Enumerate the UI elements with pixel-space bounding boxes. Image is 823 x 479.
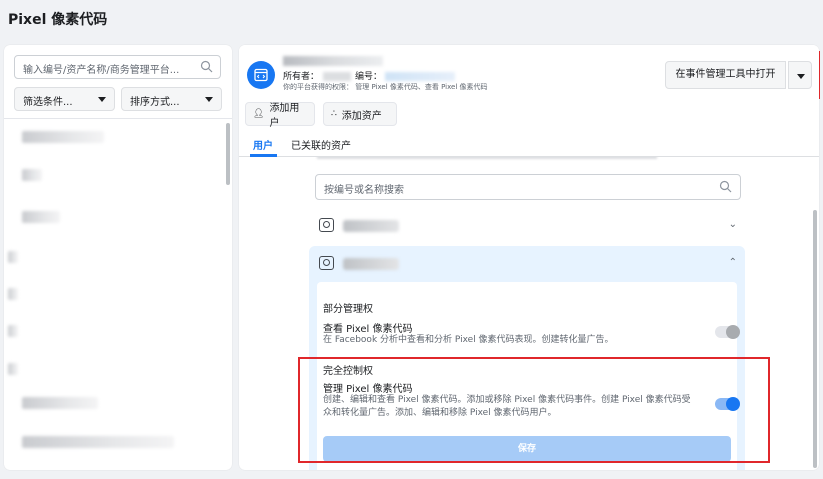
user-badge-icon	[319, 218, 334, 232]
caret-down-icon	[205, 97, 213, 102]
caret-down-icon	[797, 74, 805, 79]
platform-permissions: 你的平台获得的权限： 管理 Pixel 像素代码、查看 Pixel 像素代码	[283, 83, 488, 91]
list-item[interactable]	[8, 288, 18, 300]
sort-label: 排序方式...	[130, 97, 180, 108]
owner-value	[323, 72, 352, 81]
chevron-down-icon[interactable]: ⌄	[729, 219, 737, 230]
add-user-label: 添加用户	[269, 103, 300, 129]
list-item[interactable]	[8, 363, 18, 375]
owner-line: 所有者： 编号：	[283, 69, 456, 82]
owner-label: 所有者：	[283, 72, 320, 82]
search-icon	[200, 60, 213, 73]
open-in-events-manager-button[interactable]: 在事件管理工具中打开	[665, 61, 786, 89]
asset-search-input[interactable]: 输入编号/资产名称/商务管理平台...	[14, 55, 221, 79]
user-badge-icon	[319, 256, 334, 270]
asset-search-placeholder: 输入编号/资产名称/商务管理平台...	[23, 65, 180, 76]
filter-dropdown[interactable]: 筛选条件...	[14, 87, 115, 111]
toggle-knob	[726, 325, 740, 339]
view-pixel-toggle[interactable]	[715, 325, 740, 339]
user-row[interactable]: ⌄	[309, 208, 745, 244]
list-item[interactable]	[22, 436, 174, 448]
sort-dropdown[interactable]: 排序方式...	[121, 87, 222, 111]
chevron-up-icon[interactable]: ⌃	[729, 257, 737, 268]
add-asset-button[interactable]: ∴ 添加资产	[323, 102, 397, 126]
user-row-expanded[interactable]: ⌃	[309, 246, 745, 276]
list-item[interactable]	[22, 131, 104, 143]
search-icon	[719, 180, 732, 193]
list-item[interactable]	[8, 251, 18, 263]
scrollbar[interactable]	[813, 210, 817, 468]
tab-users[interactable]: 用户	[253, 137, 273, 152]
user-name	[343, 258, 399, 270]
active-tab-indicator	[250, 154, 277, 157]
user-search-placeholder: 按编号或名称搜索	[324, 185, 404, 196]
caret-down-icon	[98, 97, 106, 102]
page-title: Pixel 像素代码	[8, 12, 108, 28]
highlight-box-full-control	[298, 357, 770, 463]
tab-linked-assets[interactable]: 已关联的资产	[291, 137, 351, 152]
asset-list-panel: 输入编号/资产名称/商务管理平台... 筛选条件... 排序方式...	[4, 45, 232, 470]
pixel-header: 所有者： 编号： 你的平台获得的权限： 管理 Pixel 像素代码、查看 Pixe…	[239, 45, 819, 157]
user-name	[343, 220, 399, 232]
view-pixel-desc: 在 Facebook 分析中查看和分析 Pixel 像素代码表现。创建转化量广告…	[323, 335, 614, 345]
list-item[interactable]	[22, 211, 60, 223]
pixel-name	[283, 56, 383, 66]
add-asset-icon: ∴	[331, 109, 337, 119]
filter-label: 筛选条件...	[23, 97, 73, 108]
open-options-button[interactable]	[788, 61, 812, 89]
list-item[interactable]	[22, 397, 98, 409]
partial-access-title: 部分管理权	[323, 304, 373, 315]
code-window-icon	[254, 68, 268, 82]
add-user-button[interactable]: 👤︎ 添加用户	[245, 102, 315, 129]
id-value	[385, 72, 456, 81]
view-pixel-title: 查看 Pixel 像素代码	[323, 324, 413, 335]
scrollbar[interactable]	[226, 123, 230, 185]
id-label: 编号：	[355, 72, 383, 82]
add-asset-label: 添加资产	[341, 110, 382, 122]
add-user-icon: 👤︎	[253, 109, 265, 119]
pixel-avatar	[247, 61, 275, 89]
user-search-input[interactable]: 按编号或名称搜索	[315, 174, 741, 200]
list-item[interactable]	[22, 169, 42, 181]
divider	[4, 118, 232, 119]
list-item[interactable]	[8, 325, 18, 337]
